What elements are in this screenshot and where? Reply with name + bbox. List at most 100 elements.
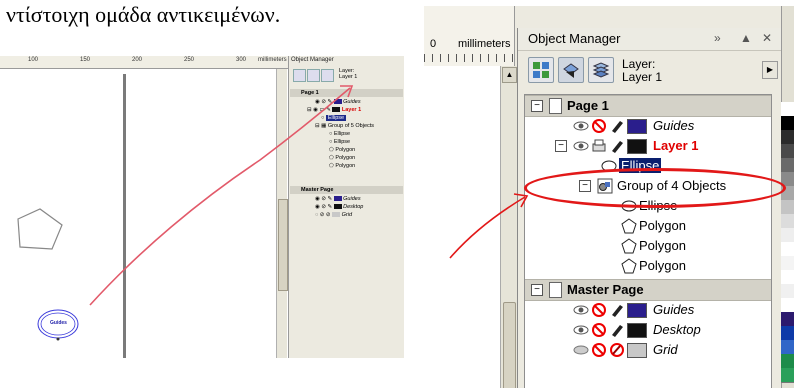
mini-child-label: Polygon [335, 155, 356, 161]
mini-master-grid-row[interactable]: ◌ ⊘ ⊘ Grid [315, 212, 352, 219]
pencil-icon[interactable] [609, 138, 625, 154]
palette-swatch[interactable] [781, 354, 794, 369]
no-print-icon[interactable] [591, 302, 607, 318]
highlight-oval [524, 168, 786, 208]
mini-child-row[interactable]: ⬠ Polygon [329, 147, 355, 154]
tree-child-row[interactable]: Polygon [525, 256, 771, 276]
edit-across-layers-button[interactable] [558, 57, 584, 83]
left-screenshot: 100 150 200 250 300 millimeters Guides O… [0, 56, 404, 358]
tree-master-guides-row[interactable]: Guides [525, 300, 771, 320]
master-guides-label: Guides [653, 302, 695, 317]
child-label: Polygon [639, 258, 686, 273]
expand-panel-button[interactable]: » [714, 31, 721, 45]
eye-icon[interactable] [573, 302, 589, 318]
no-print-icon[interactable] [591, 322, 607, 338]
roll-up-button[interactable]: ▲ [740, 31, 752, 45]
tree-child-row[interactable]: Polygon [525, 216, 771, 236]
page-border [123, 74, 126, 358]
tree-desktop-row[interactable]: Desktop [525, 320, 771, 340]
mini-tool-edit-layers[interactable] [307, 69, 320, 82]
hidden-eye-icon[interactable] [573, 342, 589, 358]
collapse-icon[interactable]: − [531, 284, 543, 296]
mini-page-label[interactable]: Page 1 [301, 90, 319, 97]
scroll-up-button[interactable]: ▲ [502, 67, 517, 83]
palette-swatch[interactable] [781, 256, 794, 271]
palette-swatch[interactable] [781, 200, 794, 215]
vertical-scrollbar[interactable] [276, 69, 288, 358]
palette-swatch[interactable] [781, 102, 794, 117]
palette-swatch[interactable] [781, 368, 794, 383]
ruler-tick-label: 250 [184, 57, 195, 63]
mini-child-label: Polygon [335, 147, 356, 153]
mini-layer-row[interactable]: ⊟ ◉ ▭ ✎ Layer 1 [307, 107, 361, 114]
polygon-icon [621, 238, 637, 254]
mini-master-guides-row[interactable]: ◉ ⊘ ✎ Guides [315, 196, 361, 203]
object-tree[interactable]: − Page 1 Guides − Layer 1 Ellipse − Grou… [524, 94, 772, 388]
mini-guides-row[interactable]: ◉ ⊘ ✎ Guides [315, 99, 361, 106]
layer-manager-view-button[interactable] [588, 57, 614, 83]
node-handle [56, 337, 60, 341]
scroll-thumb[interactable] [503, 302, 516, 388]
polygon-icon [621, 258, 637, 274]
tree-grid-row[interactable]: Grid [525, 340, 771, 360]
palette-swatch[interactable] [781, 144, 794, 159]
palette-swatch[interactable] [781, 116, 794, 131]
mini-master-desktop-row[interactable]: ◉ ⊘ ✎ Desktop [315, 204, 363, 211]
vertical-scrollbar[interactable]: ▲ [500, 66, 517, 388]
mini-layer-name: Layer 1 [339, 74, 358, 80]
no-print-icon[interactable] [591, 118, 607, 134]
mini-child-row[interactable]: ○ Ellipse [329, 139, 350, 146]
close-panel-button[interactable]: ✕ [762, 31, 772, 45]
palette-swatch[interactable] [781, 340, 794, 355]
palette-swatch[interactable] [781, 284, 794, 299]
no-print-icon[interactable] [591, 342, 607, 358]
mini-master-label[interactable]: Master Page [301, 187, 333, 194]
layer-manager-icon [592, 62, 610, 78]
mini-child-row[interactable]: ⬠ Polygon [329, 163, 355, 170]
show-properties-button[interactable] [528, 57, 554, 83]
no-edit-icon[interactable] [609, 342, 625, 358]
drawing-canvas[interactable] [424, 66, 508, 388]
mini-panel-title: Object Manager [291, 57, 334, 63]
pencil-icon[interactable] [609, 118, 625, 134]
scroll-thumb[interactable] [278, 199, 288, 291]
palette-swatch[interactable] [781, 130, 794, 145]
collapse-icon[interactable]: − [555, 140, 567, 152]
mini-child-row[interactable]: ○ Ellipse [329, 131, 350, 138]
palette-swatch[interactable] [781, 214, 794, 229]
tree-master-row[interactable]: − Master Page [525, 279, 771, 301]
eye-icon[interactable] [573, 138, 589, 154]
palette-swatch[interactable] [781, 312, 794, 327]
tree-guides-row[interactable]: Guides [525, 116, 771, 136]
canvas-guides-label: Guides [50, 320, 67, 326]
drawing-canvas[interactable]: Guides [0, 69, 288, 358]
tree-layer-row[interactable]: − Layer 1 [525, 136, 771, 156]
layer-color-swatch [627, 139, 647, 154]
palette-swatch[interactable] [781, 298, 794, 313]
eye-icon[interactable] [573, 118, 589, 134]
child-label: Polygon [639, 218, 686, 233]
mini-child-row[interactable]: ⬠ Polygon [329, 155, 355, 162]
active-layer-name: Layer 1 [622, 70, 663, 84]
mini-ellipse-selected: Ellipse [325, 115, 347, 121]
palette-swatch[interactable] [781, 158, 794, 173]
pencil-icon[interactable] [609, 302, 625, 318]
mini-child-label: Ellipse [333, 139, 351, 145]
mini-ellipse-row[interactable]: ○ Ellipse [321, 115, 347, 122]
options-flyout-button[interactable]: ▶ [762, 61, 778, 79]
mini-tool-show-properties[interactable] [293, 69, 306, 82]
palette-swatch[interactable] [781, 270, 794, 285]
layer1-label: Layer 1 [653, 138, 699, 153]
collapse-icon[interactable]: − [531, 100, 543, 112]
tree-child-row[interactable]: Polygon [525, 236, 771, 256]
palette-swatch[interactable] [781, 326, 794, 341]
mini-group-row[interactable]: ⊟ ▦ Group of 5 Objects [315, 123, 374, 130]
tree-page-row[interactable]: − Page 1 [525, 95, 771, 117]
palette-swatch[interactable] [781, 242, 794, 257]
pencil-icon[interactable] [609, 322, 625, 338]
eye-icon[interactable] [573, 322, 589, 338]
printer-icon[interactable] [591, 138, 607, 154]
mini-tool-layer-manager[interactable] [321, 69, 334, 82]
panel-toolbar: Layer: Layer 1 ▶ [518, 51, 782, 91]
palette-swatch[interactable] [781, 228, 794, 243]
